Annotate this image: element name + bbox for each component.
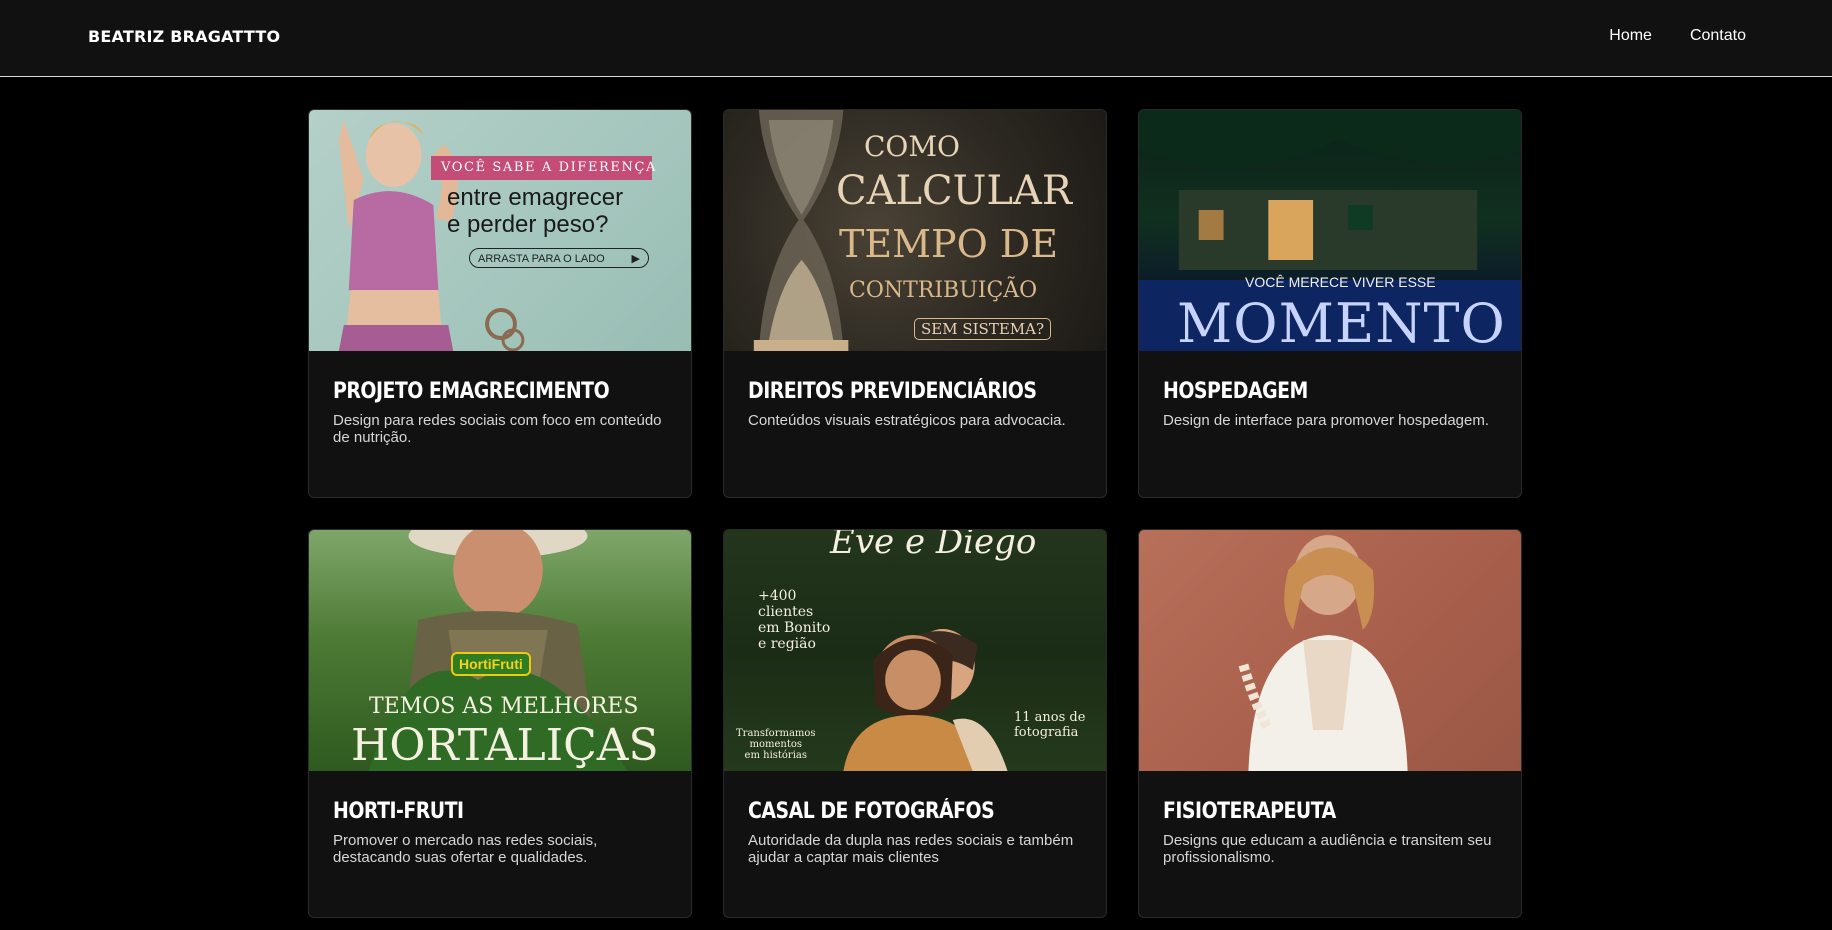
image-tagline-line: Transformamos — [736, 728, 816, 739]
project-thumbnail: HortiFruti TEMOS AS MELHORES HORTALIÇAS — [309, 530, 691, 771]
brand-logo[interactable]: BEATRIZ BRAGATTTO — [88, 27, 280, 46]
project-card-horti-fruti[interactable]: HortiFruti TEMOS AS MELHORES HORTALIÇAS … — [308, 529, 692, 918]
card-title: HORTI-FRUTI — [333, 799, 464, 824]
image-text-line: TEMOS AS MELHORES — [369, 694, 639, 719]
image-text-line: VOCÊ SABE A DIFERENÇA — [441, 160, 658, 175]
project-thumbnail: Eve e Diego +400 clientes em Bonito e re… — [724, 530, 1106, 771]
card-description: Promover o mercado nas redes sociais, de… — [333, 832, 598, 866]
image-stat-right: 11 anos de fotografia — [1014, 710, 1085, 740]
card-description: Design de interface para promover hosped… — [1163, 412, 1490, 429]
arrow-right-icon: ▶ — [631, 253, 640, 265]
project-card-hospedagem[interactable]: VOCÊ MERECE VIVER ESSE MOMENTO HOSPEDAGE… — [1138, 109, 1522, 498]
image-cta: ARRASTA PARA O LADO ▶ — [469, 248, 649, 268]
project-card-casal-fotografos[interactable]: Eve e Diego +400 clientes em Bonito e re… — [723, 529, 1107, 918]
project-thumbnail: VOCÊ SABE A DIFERENÇA entre emagrecer e … — [309, 110, 691, 351]
image-tagline: Transformamos momentos em histórias — [736, 728, 816, 761]
image-stat-left: +400 clientes em Bonito e região — [758, 588, 830, 652]
site-header: BEATRIZ BRAGATTTO Home Contato — [0, 0, 1832, 77]
image-text-line: CONTRIBUIÇÃO — [849, 278, 1038, 303]
portfolio-grid: VOCÊ SABE A DIFERENÇA entre emagrecer e … — [308, 109, 1522, 918]
nav-contato-link[interactable]: Contato — [1690, 27, 1746, 45]
nav-home-link[interactable]: Home — [1609, 27, 1652, 45]
image-stat-line: +400 — [758, 588, 797, 604]
card-title: DIREITOS PREVIDENCIÁRIOS — [748, 379, 1037, 404]
physiotherapist-illustration — [1238, 535, 1408, 771]
image-text-line: e perder peso? — [447, 211, 609, 238]
project-thumbnail — [1139, 530, 1521, 771]
card-description: Designs que educam a audiência e transit… — [1163, 832, 1492, 866]
image-heading: Eve e Diego — [830, 530, 1037, 562]
card-description: Autoridade da dupla nas redes sociais e … — [748, 832, 1074, 866]
project-card-direitos[interactable]: COMO CALCULAR TEMPO DE CONTRIBUIÇÃO SEM … — [723, 109, 1107, 498]
image-stat-line: e região — [758, 636, 816, 652]
image-stat-line: em Bonito — [758, 620, 831, 636]
image-stat-line: fotografia — [1014, 725, 1079, 740]
image-tagline-line: em histórias — [744, 750, 808, 761]
image-text-line: MOMENTO — [1177, 292, 1506, 351]
card-title: HOSPEDAGEM — [1163, 379, 1308, 404]
image-badge: SEM SISTEMA? — [914, 318, 1052, 340]
main-nav: Home Contato — [1609, 27, 1746, 45]
image-text-line: COMO — [864, 130, 961, 163]
project-thumbnail: COMO CALCULAR TEMPO DE CONTRIBUIÇÃO SEM … — [724, 110, 1106, 351]
image-text-line: TEMPO DE — [839, 222, 1059, 266]
image-text-line: HORTALIÇAS — [351, 720, 659, 771]
image-stat-line: clientes — [758, 604, 814, 620]
brand-logo-badge: HortiFruti — [451, 652, 531, 676]
card-title: PROJETO EMAGRECIMENTO — [333, 379, 610, 404]
project-card-emagrecimento[interactable]: VOCÊ SABE A DIFERENÇA entre emagrecer e … — [308, 109, 692, 498]
card-title: FISIOTERAPEUTA — [1163, 799, 1336, 824]
image-text-line: entre emagrecer — [447, 184, 624, 211]
image-tagline-line: momentos — [749, 739, 803, 750]
image-stat-line: 11 anos de — [1014, 710, 1086, 725]
image-cta-label: ARRASTA PARA O LADO — [478, 253, 605, 265]
project-card-fisioterapeuta[interactable]: FISIOTERAPEUTA Designs que educam a audi… — [1138, 529, 1522, 918]
image-text-line: VOCÊ MERECE VIVER ESSE — [1245, 274, 1436, 290]
card-title: CASAL DE FOTOGRÁFOS — [748, 799, 995, 824]
card-description: Design para redes sociais com foco em co… — [333, 412, 662, 446]
image-text-line: CALCULAR — [836, 168, 1072, 214]
card-description: Conteúdos visuais estratégicos para advo… — [748, 412, 1066, 429]
project-thumbnail: VOCÊ MERECE VIVER ESSE MOMENTO — [1139, 110, 1521, 351]
